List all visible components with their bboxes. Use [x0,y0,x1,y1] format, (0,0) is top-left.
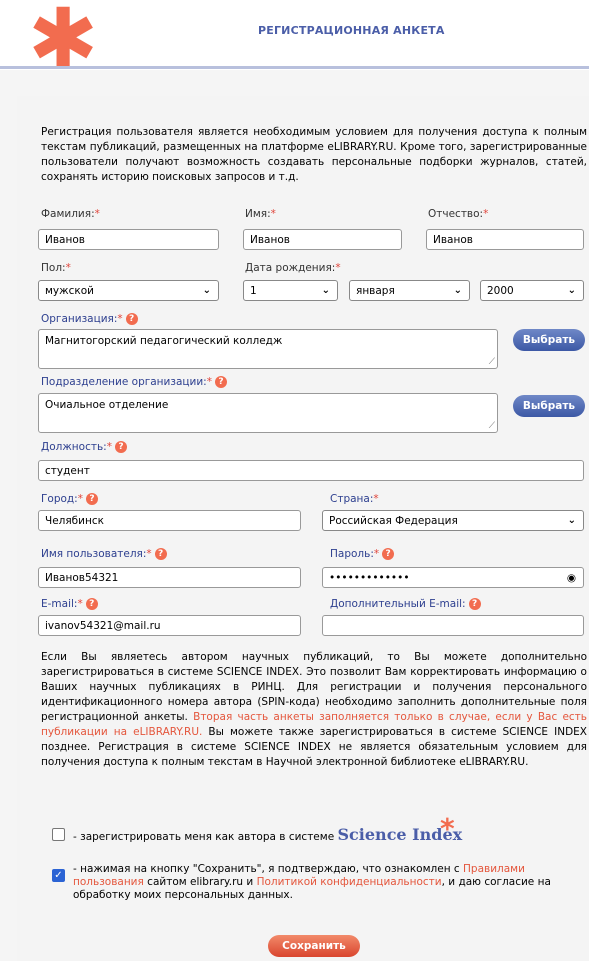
page-title: РЕГИСТРАЦИОННАЯ АНКЕТА [258,24,445,37]
middlename-input[interactable]: Иванов [426,229,584,250]
chevron-down-icon: ⌄ [321,285,330,296]
organization-textarea[interactable]: Магнитогорский педагогический колледж ⟋ [38,329,498,369]
lastname-input[interactable]: Иванов [38,229,219,250]
header-divider [0,66,589,69]
science-index-asterisk-icon: * [440,812,455,845]
birth-day-select[interactable]: 1 ⌄ [243,280,338,301]
position-input[interactable]: студент [38,460,584,481]
firstname-input[interactable]: Иванов [243,229,402,250]
lastname-label: Фамилия:* [41,208,100,220]
gender-select[interactable]: мужской ⌄ [38,280,219,301]
consent-checkbox[interactable]: ✓ [52,869,65,882]
help-icon[interactable]: ? [382,548,395,560]
country-select[interactable]: Российская Федерация ⌄ [322,510,584,531]
help-icon[interactable]: ? [114,441,127,453]
username-input[interactable]: Иванов54321 [38,567,301,588]
author-info-text: Если Вы являетесь автором научных публик… [41,651,587,768]
organization-label: Организация:*? [41,313,138,325]
help-icon[interactable]: ? [468,598,481,610]
chevron-down-icon: ⌄ [567,515,576,526]
email-input[interactable]: ivanov54321@mail.ru [38,615,301,636]
chevron-down-icon: ⌄ [453,285,462,296]
privacy-policy-link[interactable]: Политикой конфиденциальности [257,876,442,888]
chevron-down-icon: ⌄ [567,285,576,296]
username-label: Имя пользователя:*? [41,548,167,560]
department-textarea[interactable]: Очиальное отделение ⟋ [38,393,498,433]
save-button[interactable]: Сохранить [268,935,360,957]
middlename-label: Отчество:* [428,208,489,220]
birthdate-label: Дата рождения:* [245,262,341,274]
gender-label: Пол:* [41,262,71,274]
password-input[interactable]: ••••••••••••• ◉ [322,567,584,588]
help-icon[interactable]: ? [125,313,138,325]
resize-grip-icon[interactable]: ⟋ [489,357,495,367]
birth-month-select[interactable]: января ⌄ [349,280,470,301]
country-label: Страна:* [330,493,379,505]
help-icon[interactable]: ? [85,493,98,505]
help-icon[interactable]: ? [154,548,167,560]
email-label: E-mail:*? [41,598,98,610]
select-organization-button[interactable]: Выбрать [513,329,585,351]
intro-text: Регистрация пользователя является необхо… [41,126,587,183]
firstname-label: Имя:* [245,208,276,220]
city-input[interactable]: Челябинск [38,510,301,531]
help-icon[interactable]: ? [214,376,227,388]
consent-text: - нажимая на кнопку "Сохранить", я подтв… [73,863,551,901]
position-label: Должность:*? [41,441,127,453]
author-checkbox-label: - зарегистрировать меня как автора в сис… [73,825,463,844]
email2-label: Дополнительный E-mail:? [330,598,481,610]
chevron-down-icon: ⌄ [202,285,211,296]
help-icon[interactable]: ? [85,598,98,610]
resize-grip-icon[interactable]: ⟋ [489,421,495,431]
elibrary-logo-icon: ✱ [28,0,99,88]
author-checkbox[interactable] [52,828,65,841]
page-header: ✱ РЕГИСТРАЦИОННАЯ АНКЕТА [0,0,589,81]
eye-icon[interactable]: ◉ [567,571,576,585]
department-label: Подразделение организации:*? [41,376,227,388]
city-label: Город:*? [41,493,98,505]
password-label: Пароль:*? [330,548,395,560]
birth-year-select[interactable]: 2000 ⌄ [480,280,584,301]
email2-input[interactable] [322,615,584,636]
select-department-button[interactable]: Выбрать [513,395,585,417]
